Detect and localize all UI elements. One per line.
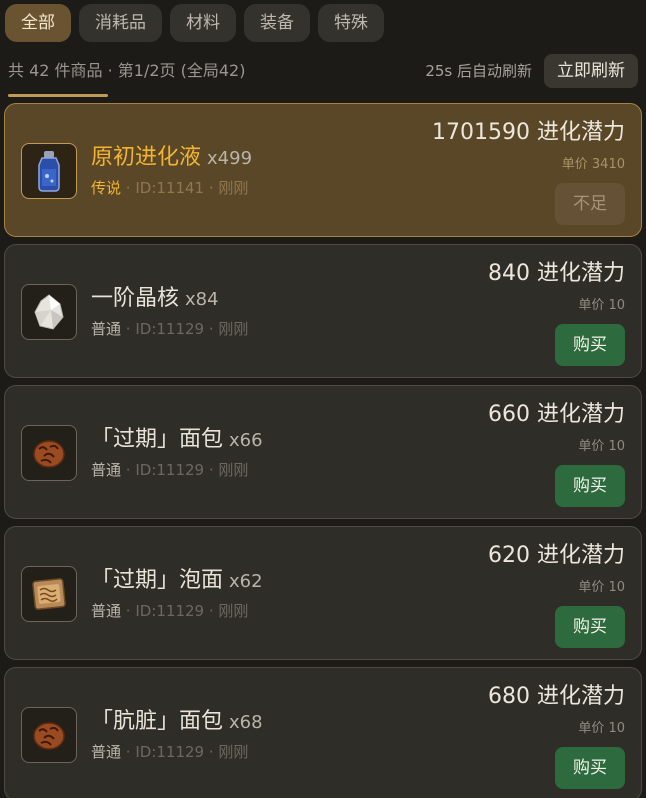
white-crystal-core-icon xyxy=(34,294,64,330)
item-id: ID:11129 xyxy=(135,320,205,338)
unit-price: 单价 10 xyxy=(578,439,625,454)
item-name-row: 原初进化液 x499 xyxy=(91,144,252,173)
listed-time: 刚刚 xyxy=(218,320,249,338)
meta-separator: · xyxy=(208,320,219,338)
tab-all[interactable]: 全部 xyxy=(5,4,71,42)
item-quantity: x84 xyxy=(185,289,219,310)
item-meta: 普通 · ID:11129 · 刚刚 xyxy=(91,460,248,480)
total-price: 840 进化潜力 xyxy=(488,261,625,286)
tab-special[interactable]: 特殊 xyxy=(318,4,384,42)
item-meta: 普通 · ID:11129 · 刚刚 xyxy=(91,742,248,762)
item-name: 「过期」面包 xyxy=(91,427,224,452)
item-icon-frame xyxy=(21,707,77,763)
active-tab-underline xyxy=(8,94,108,97)
rarity-label: 普通 xyxy=(91,320,122,338)
item-icon-frame xyxy=(21,566,77,622)
rarity-label: 普通 xyxy=(91,602,122,620)
meta-separator: · xyxy=(125,179,136,197)
blue-potion-vial-icon xyxy=(38,151,60,192)
buy-button[interactable]: 购买 xyxy=(555,465,625,507)
total-price: 1701590 进化潜力 xyxy=(432,120,625,145)
auto-refresh-countdown: 25s 后自动刷新 xyxy=(425,62,532,80)
meta-separator: · xyxy=(125,602,136,620)
rarity-label: 普通 xyxy=(91,461,122,479)
item-name-row: 「肮脏」面包 x68 xyxy=(91,708,263,737)
rarity-label: 传说 xyxy=(91,179,122,197)
meta-separator: · xyxy=(208,461,219,479)
instant-noodle-pack-icon xyxy=(32,578,66,610)
item-name: 一阶晶核 xyxy=(91,286,180,311)
list-item: 原初进化液 x499 传说 · ID:11141 · 刚刚 1701590 进化潜… xyxy=(4,103,642,237)
listed-time: 刚刚 xyxy=(218,743,249,761)
item-meta: 普通 · ID:11129 · 刚刚 xyxy=(91,319,248,339)
meta-separator: · xyxy=(125,461,136,479)
item-id: ID:11129 xyxy=(135,602,205,620)
item-quantity: x499 xyxy=(207,148,253,169)
refresh-now-button[interactable]: 立即刷新 xyxy=(544,54,638,88)
meta-separator: · xyxy=(208,743,219,761)
item-id: ID:11129 xyxy=(135,461,205,479)
list-item: 一阶晶核 x84 普通 · ID:11129 · 刚刚 840 进化潜力 单价 1… xyxy=(4,244,642,378)
unit-price: 单价 10 xyxy=(578,298,625,313)
meta-separator: · xyxy=(125,320,136,338)
item-name-row: 一阶晶核 x84 xyxy=(91,285,219,314)
item-icon-frame xyxy=(21,284,77,340)
item-id: ID:11129 xyxy=(135,743,205,761)
item-count-summary: 共 42 件商品 · 第1/2页 (全局42) xyxy=(8,61,246,80)
total-price: 680 进化潜力 xyxy=(488,684,625,709)
tab-consumables[interactable]: 消耗品 xyxy=(79,4,162,42)
shop-screen: 全部 消耗品 材料 装备 特殊 共 42 件商品 · 第1/2页 (全局42) … xyxy=(0,0,646,798)
bread-loaf-icon xyxy=(33,722,65,750)
meta-separator: · xyxy=(125,743,136,761)
item-name: 原初进化液 xyxy=(91,145,202,170)
buy-button[interactable]: 购买 xyxy=(555,324,625,366)
item-quantity: x68 xyxy=(229,712,263,733)
list-item: 「肮脏」面包 x68 普通 · ID:11129 · 刚刚 680 进化潜力 单价… xyxy=(4,667,642,798)
list-item: 「过期」面包 x66 普通 · ID:11129 · 刚刚 660 进化潜力 单价… xyxy=(4,385,642,519)
listed-time: 刚刚 xyxy=(218,461,249,479)
item-meta: 普通 · ID:11129 · 刚刚 xyxy=(91,601,248,621)
item-icon-frame xyxy=(21,143,77,199)
unit-price: 单价 3410 xyxy=(561,157,625,172)
tab-materials[interactable]: 材料 xyxy=(170,4,236,42)
unit-price: 单价 10 xyxy=(578,721,625,736)
list-item: 「过期」泡面 x62 普通 · ID:11129 · 刚刚 620 进化潜力 单价… xyxy=(4,526,642,660)
item-icon-frame xyxy=(21,425,77,481)
rarity-label: 普通 xyxy=(91,743,122,761)
total-price: 620 进化潜力 xyxy=(488,543,625,568)
meta-separator: · xyxy=(208,179,219,197)
total-price: 660 进化潜力 xyxy=(488,402,625,427)
item-name: 「过期」泡面 xyxy=(91,568,224,593)
item-name-row: 「过期」面包 x66 xyxy=(91,426,263,455)
category-tabs: 全部 消耗品 材料 装备 特殊 xyxy=(5,4,384,44)
item-name: 「肮脏」面包 xyxy=(91,709,224,734)
item-name-row: 「过期」泡面 x62 xyxy=(91,567,263,596)
insufficient-button[interactable]: 不足 xyxy=(555,183,625,225)
buy-button[interactable]: 购买 xyxy=(555,747,625,789)
tab-equipment[interactable]: 装备 xyxy=(244,4,310,42)
item-id: ID:11141 xyxy=(135,179,205,197)
unit-price: 单价 10 xyxy=(578,580,625,595)
item-list: 原初进化液 x499 传说 · ID:11141 · 刚刚 1701590 进化潜… xyxy=(4,103,642,798)
item-quantity: x62 xyxy=(229,571,263,592)
listed-time: 刚刚 xyxy=(218,602,249,620)
item-quantity: x66 xyxy=(229,430,263,451)
listed-time: 刚刚 xyxy=(218,179,249,197)
buy-button[interactable]: 购买 xyxy=(555,606,625,648)
meta-separator: · xyxy=(208,602,219,620)
bread-loaf-icon xyxy=(33,440,65,468)
item-meta: 传说 · ID:11141 · 刚刚 xyxy=(91,178,248,198)
